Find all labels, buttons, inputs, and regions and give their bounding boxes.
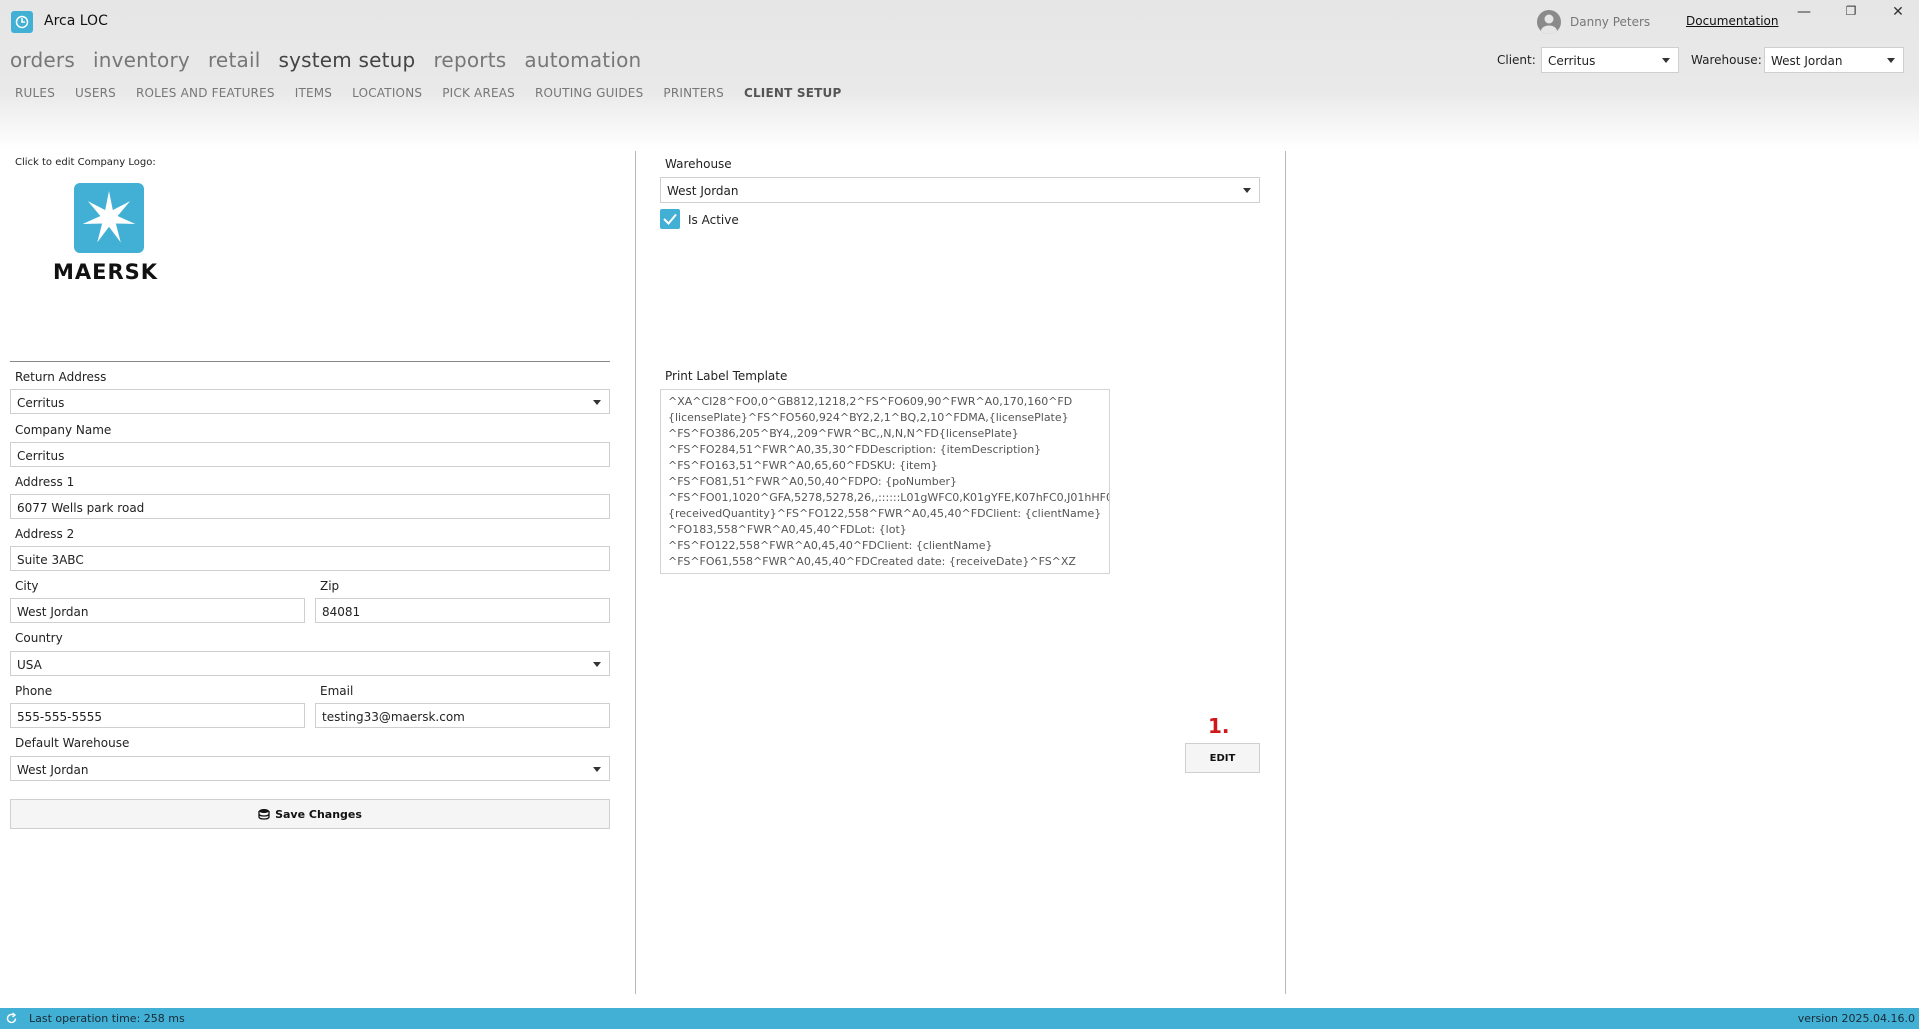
return-address-select[interactable]: Cerritus <box>10 389 610 414</box>
sub-nav: RULES USERS ROLES AND FEATURES ITEMS LOC… <box>15 86 861 100</box>
address1-field[interactable]: 6077 Wells park road <box>10 494 610 519</box>
default-warehouse-label: Default Warehouse <box>15 736 130 750</box>
warehouse-section-select[interactable]: West Jordan <box>660 177 1260 203</box>
minimize-icon[interactable]: — <box>1790 4 1818 24</box>
nav-reports[interactable]: reports <box>433 48 506 72</box>
tab-rules[interactable]: RULES <box>15 86 55 100</box>
tab-locations[interactable]: LOCATIONS <box>352 86 422 100</box>
step-annotation: 1. <box>1208 714 1230 738</box>
client-select[interactable]: Cerritus <box>1541 47 1679 73</box>
phone-label: Phone <box>15 684 53 698</box>
company-name-field[interactable]: Cerritus <box>10 442 610 467</box>
documentation-link[interactable]: Documentation <box>1686 14 1779 28</box>
company-name-label: Company Name <box>15 423 112 437</box>
main-nav: orders inventory retail system setup rep… <box>10 48 659 72</box>
address2-label: Address 2 <box>15 527 75 541</box>
city-field[interactable]: West Jordan <box>10 598 305 623</box>
address2-field[interactable]: Suite 3ABC <box>10 546 610 571</box>
warehouse-select-value: West Jordan <box>1771 54 1843 68</box>
print-label-template-label: Print Label Template <box>665 369 788 383</box>
tab-pick-areas[interactable]: PICK AREAS <box>442 86 515 100</box>
template-line: ^FO183,558^FWR^A0,45,40^FDLot: {lot} <box>668 523 907 536</box>
tab-client-setup[interactable]: CLIENT SETUP <box>744 86 842 100</box>
chevron-down-icon <box>593 767 601 772</box>
warehouse-select[interactable]: West Jordan <box>1764 47 1904 73</box>
restore-icon[interactable]: ❐ <box>1837 4 1865 24</box>
template-line: ^FS^FO122,558^FWR^A0,45,40^FDClient: {cl… <box>668 539 993 552</box>
warehouse-label: Warehouse: <box>1691 53 1762 67</box>
section-divider <box>10 361 610 362</box>
save-changes-button[interactable]: Save Changes <box>10 799 610 829</box>
nav-inventory[interactable]: inventory <box>93 48 190 72</box>
tab-printers[interactable]: PRINTERS <box>663 86 724 100</box>
template-line: ^FS^FO01,1020^GFA,5278,5278,26,,::::::L0… <box>668 491 1110 504</box>
email-field[interactable]: testing33@maersk.com <box>315 703 610 728</box>
default-warehouse-value: West Jordan <box>17 763 89 777</box>
chevron-down-icon <box>1887 58 1895 63</box>
column-divider-left <box>635 151 636 994</box>
email-label: Email <box>320 684 354 698</box>
column-divider-right <box>1285 151 1286 994</box>
chevron-down-icon <box>593 400 601 405</box>
tab-items[interactable]: ITEMS <box>295 86 332 100</box>
template-line: {licensePlate}^FS^FO560,924^BY2,2,1^BQ,2… <box>668 411 1069 424</box>
checkmark-icon <box>663 213 677 225</box>
refresh-icon[interactable] <box>5 1012 18 1025</box>
template-line: {receivedQuantity}^FS^FO122,558^FWR^A0,4… <box>668 507 1102 520</box>
tab-users[interactable]: USERS <box>75 86 116 100</box>
template-line: ^FS^FO81,51^FWR^A0,50,40^FDPO: {poNumber… <box>668 475 958 488</box>
last-operation-time: Last operation time: 258 ms <box>29 1012 185 1025</box>
template-line: ^FS^FO284,51^FWR^A0,35,30^FDDescription:… <box>668 443 1042 456</box>
nav-automation[interactable]: automation <box>524 48 641 72</box>
nav-orders[interactable]: orders <box>10 48 75 72</box>
client-label: Client: <box>1497 53 1536 67</box>
template-line: ^FS^FO61,558^FWR^A0,45,40^FDCreated date… <box>668 555 1076 568</box>
client-select-value: Cerritus <box>1548 54 1596 68</box>
zip-label: Zip <box>320 579 340 593</box>
phone-field[interactable]: 555-555-5555 <box>10 703 305 728</box>
is-active-checkbox[interactable] <box>660 209 680 229</box>
print-label-template-textarea[interactable]: ^XA^CI28^FO0,0^GB812,1218,2^FS^FO609,90^… <box>660 389 1110 574</box>
nav-system-setup[interactable]: system setup <box>278 48 415 72</box>
chevron-down-icon <box>1243 188 1251 193</box>
country-select[interactable]: USA <box>10 651 610 676</box>
app-title: Arca LOC <box>44 13 108 29</box>
address1-label: Address 1 <box>15 475 75 489</box>
zip-field[interactable]: 84081 <box>315 598 610 623</box>
city-label: City <box>15 579 39 593</box>
app-logo-icon <box>11 11 33 33</box>
status-bar: Last operation time: 258 ms version 2025… <box>0 1008 1919 1029</box>
company-logo-star-icon[interactable] <box>74 183 144 253</box>
tab-roles-and-features[interactable]: ROLES AND FEATURES <box>136 86 275 100</box>
country-value: USA <box>17 658 42 672</box>
template-line: ^XA^CI28^FO0,0^GB812,1218,2^FS^FO609,90^… <box>668 395 1073 408</box>
template-line: ^FS^FO386,205^BY4,,209^FWR^BC,,N,N,N^FD{… <box>668 427 1019 440</box>
is-active-label: Is Active <box>688 213 739 227</box>
edit-button[interactable]: EDIT <box>1185 743 1260 773</box>
close-icon[interactable]: ✕ <box>1884 4 1912 24</box>
warehouse-section-value: West Jordan <box>667 184 739 198</box>
return-address-label: Return Address <box>15 370 107 384</box>
default-warehouse-select[interactable]: West Jordan <box>10 756 610 781</box>
tab-routing-guides[interactable]: ROUTING GUIDES <box>535 86 643 100</box>
country-label: Country <box>15 631 63 645</box>
template-line: ^FS^FO163,51^FWR^A0,65,60^FDSKU: {item} <box>668 459 938 472</box>
company-logo-text: MAERSK <box>53 260 159 284</box>
nav-retail[interactable]: retail <box>208 48 261 72</box>
version-label: version 2025.04.16.0 <box>1797 1012 1915 1025</box>
chevron-down-icon <box>593 662 601 667</box>
user-name: Danny Peters <box>1570 15 1651 29</box>
user-avatar-icon[interactable] <box>1537 10 1561 34</box>
logo-caption: Click to edit Company Logo: <box>15 157 156 168</box>
chevron-down-icon <box>1662 58 1670 63</box>
warehouse-section-label: Warehouse <box>665 157 732 171</box>
return-address-value: Cerritus <box>17 396 65 410</box>
database-icon <box>258 809 270 820</box>
save-changes-label: Save Changes <box>275 807 362 821</box>
